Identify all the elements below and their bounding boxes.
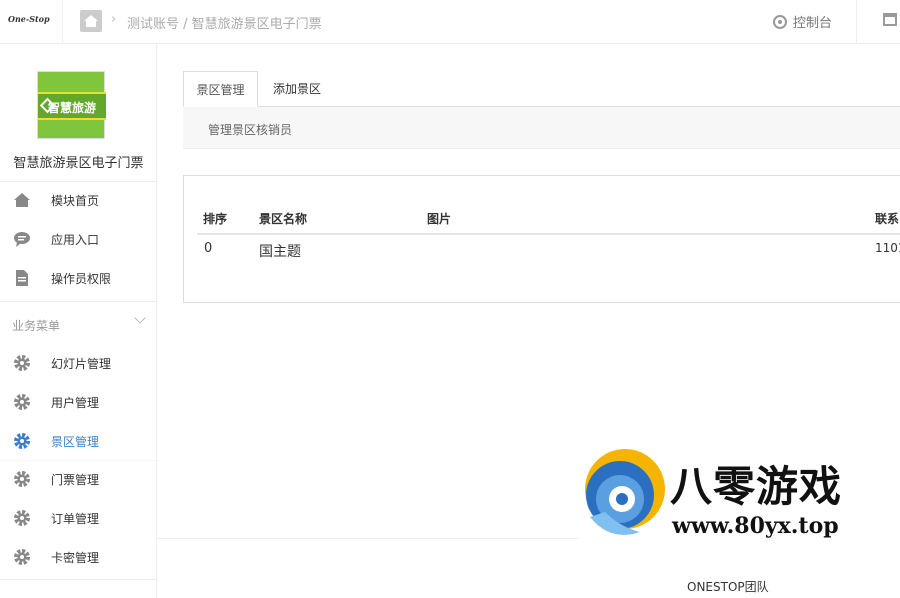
table-cell: 0 bbox=[204, 241, 213, 256]
header-divider bbox=[197, 233, 900, 235]
sidebar-item-operator-permissions[interactable]: 操作员权限 bbox=[0, 259, 157, 297]
sidebar: 智慧旅游 智慧旅游景区电子门票 模块首页 应用入口 操作员权限 业务菜单 幻灯片… bbox=[0, 44, 157, 598]
gear-icon bbox=[14, 471, 30, 487]
gear-icon bbox=[14, 510, 30, 526]
section-title: 业务菜单 bbox=[12, 319, 61, 333]
watermark-logo-icon bbox=[585, 449, 665, 535]
sidebar-item-label: 门票管理 bbox=[51, 473, 100, 487]
watermark-title: 八零游戏 bbox=[670, 462, 843, 511]
scenic-table-panel: 排序 景区名称 图片 联系 0 国主题 1101 bbox=[183, 175, 900, 303]
sidebar-item-label: 用户管理 bbox=[51, 396, 100, 410]
document-icon bbox=[16, 270, 28, 286]
sidebar-item-scenic-area[interactable]: 景区管理 bbox=[0, 422, 157, 460]
chevron-down-icon[interactable] bbox=[134, 312, 146, 324]
app-logo: 智慧旅游 bbox=[37, 71, 106, 139]
footer-text: ONESTOP团队 bbox=[687, 580, 769, 594]
chat-icon bbox=[14, 232, 30, 247]
chevron-right-icon: › bbox=[111, 12, 117, 27]
dashboard-icon bbox=[773, 14, 787, 29]
sidebar-item-card-codes[interactable]: 卡密管理 bbox=[0, 538, 157, 576]
home-button[interactable] bbox=[80, 10, 102, 32]
sidebar-item-label: 订单管理 bbox=[51, 512, 100, 526]
onestop-logo[interactable]: One-Stop bbox=[8, 14, 50, 24]
sidebar-item-label: 模块首页 bbox=[51, 194, 100, 208]
divider bbox=[0, 579, 157, 580]
sidebar-item-label: 幻灯片管理 bbox=[51, 357, 112, 371]
breadcrumb[interactable]: 测试账号 / 智慧旅游景区电子门票 bbox=[127, 13, 322, 32]
divider bbox=[0, 301, 157, 302]
store-icon[interactable] bbox=[883, 13, 897, 26]
table-header: 景区名称 bbox=[259, 212, 308, 226]
divider bbox=[856, 0, 857, 44]
home-icon bbox=[14, 193, 30, 207]
sidebar-item-module-home[interactable]: 模块首页 bbox=[0, 181, 157, 219]
tab-add-scenic[interactable]: 添加景区 bbox=[272, 71, 322, 107]
table-header: 图片 bbox=[427, 212, 452, 226]
console-link[interactable]: 控制台 bbox=[773, 12, 832, 31]
manage-verifiers-link[interactable]: 管理景区核销员 bbox=[208, 121, 292, 138]
table-header: 联系 bbox=[875, 212, 900, 226]
tab-bar: 景区管理 添加景区 bbox=[183, 71, 900, 107]
gear-icon bbox=[14, 433, 30, 449]
watermark: 八零游戏 www.80yx.top bbox=[578, 445, 900, 545]
table-cell: 国主题 bbox=[259, 244, 301, 260]
sidebar-item-app-entry[interactable]: 应用入口 bbox=[0, 220, 157, 258]
sub-nav: 管理景区核销员 bbox=[183, 107, 900, 149]
sidebar-item-orders[interactable]: 订单管理 bbox=[0, 499, 157, 537]
divider bbox=[62, 0, 63, 44]
app-logo-text: 智慧旅游 bbox=[47, 101, 96, 115]
table-cell: 1101 bbox=[875, 241, 900, 255]
sidebar-item-label: 景区管理 bbox=[51, 435, 100, 449]
sidebar-item-label: 卡密管理 bbox=[51, 551, 100, 565]
gear-icon bbox=[14, 355, 30, 371]
home-icon bbox=[84, 15, 98, 27]
sidebar-item-tickets[interactable]: 门票管理 bbox=[0, 460, 157, 498]
sidebar-item-users[interactable]: 用户管理 bbox=[0, 383, 157, 421]
tab-scenic-management[interactable]: 景区管理 bbox=[183, 71, 258, 107]
gear-icon bbox=[14, 549, 30, 565]
gear-icon bbox=[14, 394, 30, 410]
table-header: 排序 bbox=[203, 212, 228, 226]
console-label: 控制台 bbox=[793, 16, 833, 31]
app-name: 智慧旅游景区电子门票 bbox=[13, 156, 144, 171]
watermark-url: www.80yx.top bbox=[672, 513, 839, 539]
sidebar-item-label: 应用入口 bbox=[51, 233, 100, 247]
sidebar-item-slides[interactable]: 幻灯片管理 bbox=[0, 344, 157, 382]
sidebar-item-label: 操作员权限 bbox=[51, 272, 112, 286]
top-bar: One-Stop › 测试账号 / 智慧旅游景区电子门票 控制台 bbox=[0, 0, 900, 44]
